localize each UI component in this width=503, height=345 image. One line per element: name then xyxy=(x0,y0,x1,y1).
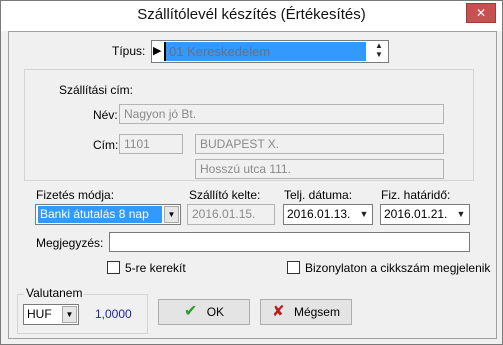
ok-label: OK xyxy=(206,305,225,319)
x-mark-icon: ✘ xyxy=(272,303,285,320)
delivery-date-label: Szállító kelte: xyxy=(189,188,261,202)
cancel-button[interactable]: ✘ Mégsem xyxy=(260,299,352,325)
shipping-address-title: Szállítási cím: xyxy=(59,83,134,97)
ok-button[interactable]: ✔ OK xyxy=(158,299,250,325)
currency-combo[interactable]: HUF ▼ xyxy=(23,304,79,325)
chevron-down-icon[interactable]: ▼ xyxy=(164,206,179,223)
title-bar: Szállítólevél készítés (Értékesítés) ✕ xyxy=(1,1,502,31)
payment-method-label: Fizetés módja: xyxy=(36,188,115,202)
note-field[interactable] xyxy=(109,232,470,252)
due-date-value: 2016.01.21. xyxy=(384,207,448,221)
due-date-picker[interactable]: 2016.01.21. ▼ xyxy=(380,204,470,225)
chevron-down-icon[interactable]: ▼ xyxy=(356,205,372,224)
chevron-down-icon[interactable]: ▼ xyxy=(62,306,77,323)
note-label: Megjegyzés: xyxy=(36,236,104,250)
zip-field[interactable]: 1101 xyxy=(119,134,183,154)
performance-date-value: 2016.01.13. xyxy=(287,207,351,221)
dialog-client-area: Típus: ▶ 01 Kereskedelem ▲ ▼ Szállítási c… xyxy=(8,31,497,339)
cancel-label: Mégsem xyxy=(293,305,340,319)
currency-value: HUF xyxy=(27,307,52,321)
checkmark-icon: ✔ xyxy=(183,303,198,320)
show-item-number-label: Bizonylaton a cikkszám megjelenik xyxy=(305,261,491,275)
type-combo[interactable]: ▶ 01 Kereskedelem ▲ ▼ xyxy=(151,40,389,63)
round-to-5-label: 5-re kerekít xyxy=(125,261,186,275)
spin-arrows-icon[interactable]: ▲ ▼ xyxy=(372,41,386,62)
exchange-rate: 1,0000 xyxy=(95,307,132,321)
address-label: Cím: xyxy=(93,138,119,152)
show-item-number-checkbox[interactable] xyxy=(287,261,300,274)
name-label: Név: xyxy=(93,108,118,122)
city-field[interactable]: BUDAPEST X. xyxy=(195,134,444,154)
due-date-label: Fiz. határidő: xyxy=(381,188,451,202)
currency-group-label: Valutanem xyxy=(24,286,85,300)
performance-date-label: Telj. dátuma: xyxy=(284,188,353,202)
chevron-down-icon[interactable]: ▼ xyxy=(453,205,469,224)
type-label: Típus: xyxy=(112,44,146,58)
payment-method-value: Banki átutalás 8 nap xyxy=(38,206,162,223)
dialog-window: Szállítólevél készítés (Értékesítés) ✕ T… xyxy=(0,0,503,345)
window-title: Szállítólevél készítés (Értékesítés) xyxy=(137,6,366,23)
record-pointer-icon: ▶ xyxy=(153,45,162,57)
performance-date-picker[interactable]: 2016.01.13. ▼ xyxy=(283,204,373,225)
close-button[interactable]: ✕ xyxy=(466,3,496,23)
street-field[interactable]: Hosszú utca 111. xyxy=(195,159,444,179)
round-to-5-checkbox[interactable] xyxy=(107,261,120,274)
delivery-date-field[interactable]: 2016.01.15. xyxy=(187,204,275,225)
payment-method-combo[interactable]: Banki átutalás 8 nap ▼ xyxy=(35,204,181,225)
type-selected-value: 01 Kereskedelem xyxy=(164,42,366,61)
name-field[interactable]: Nagyon jó Bt. xyxy=(119,104,444,124)
